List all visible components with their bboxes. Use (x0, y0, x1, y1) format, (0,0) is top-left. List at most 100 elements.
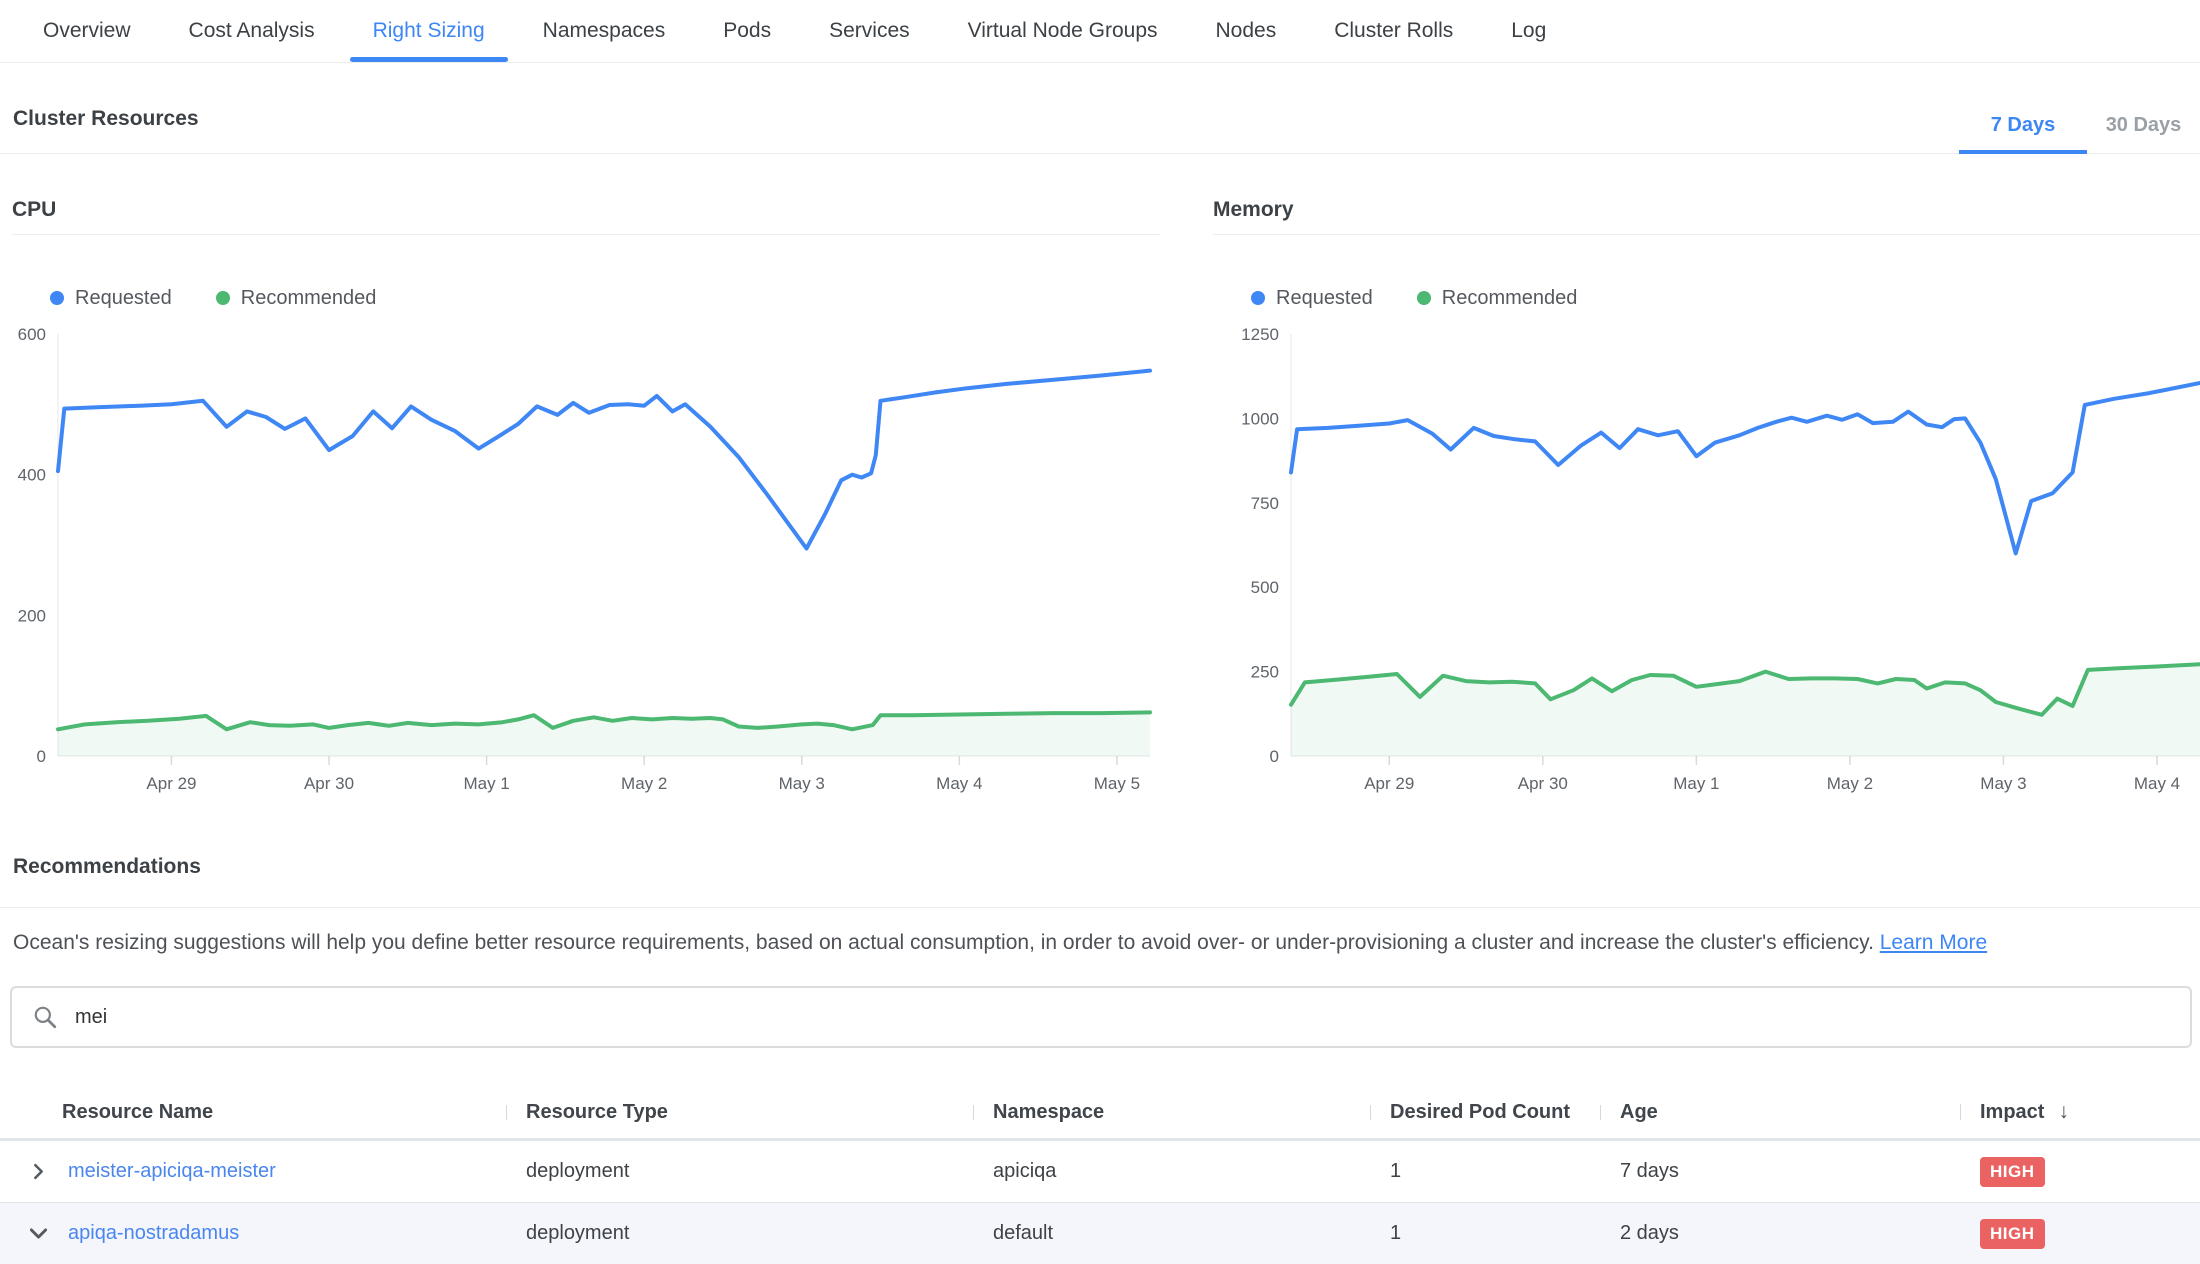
resource-name-cell: apiqa-nostradamus (0, 1222, 506, 1245)
y-tick-label: 1000 (1241, 409, 1279, 428)
y-tick-label: 200 (18, 606, 46, 625)
resource-name-link[interactable]: apiqa-nostradamus (68, 1222, 239, 1245)
table-row[interactable]: meister-apiciqa-meister deployment apici… (0, 1141, 2200, 1203)
column-header-resource-type[interactable]: Resource Type (506, 1101, 973, 1124)
requested-line (58, 371, 1150, 549)
x-tick-label: May 3 (779, 774, 825, 793)
requested-legend-dot (50, 291, 64, 305)
range-tab-7-days[interactable]: 7 Days (1959, 114, 2087, 153)
y-tick-label: 600 (18, 325, 46, 344)
right-sizing-page: Overview Cost Analysis Right Sizing Name… (0, 0, 2200, 1264)
impact-high-badge: HIGH (1980, 1219, 2045, 1249)
memory-chart-title: Memory (1213, 198, 2200, 235)
requested-line (1291, 383, 2200, 553)
cpu-line-chart: 0 200 400 600 Apr 29 Apr 30 May 1 May 2 May 3 May… (12, 317, 1160, 793)
tab-cluster-rolls[interactable]: Cluster Rolls (1305, 0, 1482, 62)
y-tick-label: 750 (1251, 494, 1279, 513)
y-tick-label: 0 (1270, 747, 1279, 766)
x-tick-label: Apr 29 (1364, 774, 1414, 793)
impact-cell: HIGH (1960, 1157, 2200, 1187)
legend-label: Recommended (1442, 287, 1578, 310)
x-tick-label: May 2 (1827, 774, 1873, 793)
legend-item-requested[interactable]: Requested (1251, 287, 1373, 310)
y-tick-label: 400 (18, 466, 46, 485)
recommendations-description: Ocean's resizing suggestions will help y… (13, 930, 2187, 956)
search-input[interactable] (73, 1005, 2190, 1030)
column-header-impact[interactable]: Impact ↓ (1960, 1100, 2200, 1124)
legend-item-recommended[interactable]: Recommended (216, 287, 377, 310)
range-tab-30-days[interactable]: 30 Days (2087, 114, 2200, 153)
chevron-right-icon[interactable] (28, 1162, 48, 1182)
cluster-resources-charts: CPU Requested Recommended 0 200 400 600 Apr 2… (0, 154, 2200, 793)
recommendations-title: Recommendations (13, 855, 2200, 879)
description-text: Ocean's resizing suggestions will help y… (13, 931, 1874, 954)
time-range-toggle: 7 Days 30 Days (1959, 114, 2200, 153)
divider (0, 907, 2200, 908)
tab-cost-analysis[interactable]: Cost Analysis (160, 0, 344, 62)
resource-search-box (10, 986, 2192, 1048)
tab-namespaces[interactable]: Namespaces (514, 0, 695, 62)
x-tick-label: Apr 29 (146, 774, 196, 793)
tab-overview[interactable]: Overview (14, 0, 160, 62)
recommendations-section: Recommendations Ocean's resizing suggest… (0, 855, 2200, 956)
sort-desc-icon[interactable]: ↓ (2058, 1100, 2069, 1124)
namespace-cell: default (973, 1222, 1370, 1245)
learn-more-link[interactable]: Learn More (1880, 931, 1987, 954)
legend-item-recommended[interactable]: Recommended (1417, 287, 1578, 310)
age-cell: 2 days (1600, 1222, 1960, 1245)
tab-log[interactable]: Log (1482, 0, 1575, 62)
resource-type-cell: deployment (506, 1222, 973, 1245)
namespace-cell: apiciqa (973, 1160, 1370, 1183)
legend-item-requested[interactable]: Requested (50, 287, 172, 310)
column-header-namespace[interactable]: Namespace (973, 1101, 1370, 1124)
age-cell: 7 days (1600, 1160, 1960, 1183)
resource-name-cell: meister-apiciqa-meister (0, 1160, 506, 1183)
recommended-legend-dot (1417, 291, 1431, 305)
y-tick-label: 500 (1251, 578, 1279, 597)
legend-label: Recommended (241, 287, 377, 310)
x-tick-label: May 4 (2134, 774, 2180, 793)
memory-chart-legend: Requested Recommended (1251, 285, 2200, 311)
cpu-chart-block: CPU Requested Recommended 0 200 400 600 Apr 2… (12, 154, 1160, 793)
search-icon (32, 1004, 58, 1030)
x-tick-label: May 1 (463, 774, 509, 793)
tab-virtual-node-groups[interactable]: Virtual Node Groups (939, 0, 1187, 62)
memory-chart-block: Memory Requested Recommended 0 250 500 750 10… (1213, 154, 2200, 793)
cluster-resources-title: Cluster Resources (13, 107, 199, 131)
impact-high-badge: HIGH (1980, 1157, 2045, 1187)
cluster-resources-header: Cluster Resources 7 Days 30 Days (0, 63, 2200, 154)
tab-nodes[interactable]: Nodes (1187, 0, 1306, 62)
y-tick-label: 0 (37, 747, 46, 766)
desired-pod-count-cell: 1 (1370, 1222, 1600, 1245)
resource-type-cell: deployment (506, 1160, 973, 1183)
impact-header-label: Impact (1980, 1101, 2044, 1124)
column-header-age[interactable]: Age (1600, 1101, 1960, 1124)
table-header-row: Resource Name Resource Type Namespace De… (0, 1086, 2200, 1141)
column-header-resource-name[interactable]: Resource Name (0, 1101, 506, 1124)
x-tick-label: May 1 (1673, 774, 1719, 793)
recommended-legend-dot (216, 291, 230, 305)
x-tick-label: May 2 (621, 774, 667, 793)
chevron-down-icon[interactable] (28, 1224, 48, 1244)
column-header-desired-pod-count[interactable]: Desired Pod Count (1370, 1101, 1600, 1124)
y-tick-label: 1250 (1241, 325, 1279, 344)
x-tick-label: May 3 (1980, 774, 2026, 793)
memory-line-chart: 0 250 500 750 1000 1250 Apr 29 Apr 30 May 1 May 2… (1213, 317, 2200, 793)
x-tick-label: May 4 (936, 774, 982, 793)
tab-right-sizing[interactable]: Right Sizing (344, 0, 514, 62)
requested-legend-dot (1251, 291, 1265, 305)
x-tick-label: Apr 30 (304, 774, 354, 793)
x-tick-label: May 5 (1094, 774, 1140, 793)
legend-label: Requested (1276, 287, 1373, 310)
y-tick-label: 250 (1251, 663, 1279, 682)
tab-bar: Overview Cost Analysis Right Sizing Name… (0, 0, 2200, 63)
legend-label: Requested (75, 287, 172, 310)
impact-cell: HIGH (1960, 1219, 2200, 1249)
table-row[interactable]: apiqa-nostradamus deployment default 1 2… (0, 1203, 2200, 1264)
x-tick-label: Apr 30 (1518, 774, 1568, 793)
tab-pods[interactable]: Pods (694, 0, 800, 62)
cpu-chart-legend: Requested Recommended (50, 285, 1160, 311)
tab-services[interactable]: Services (800, 0, 939, 62)
resource-name-link[interactable]: meister-apiciqa-meister (68, 1160, 276, 1183)
cpu-chart-title: CPU (12, 198, 1160, 235)
